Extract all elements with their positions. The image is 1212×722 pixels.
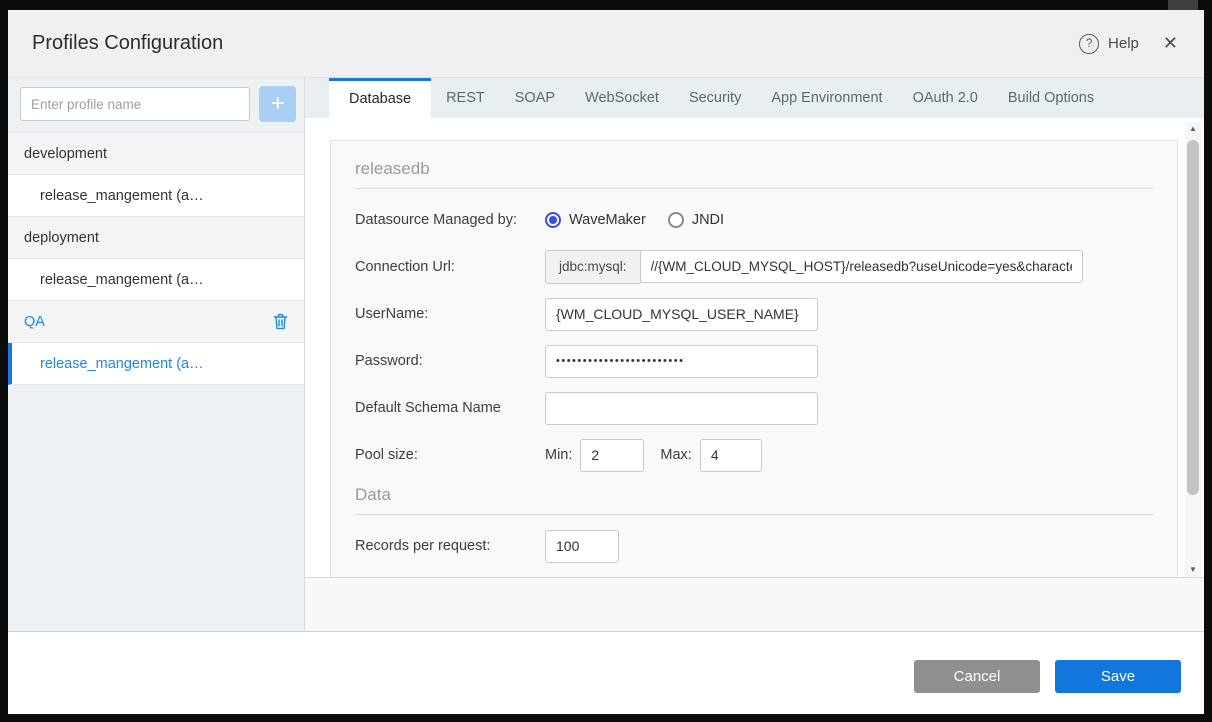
password-row: Password: xyxy=(355,344,1153,378)
help-icon[interactable]: ? xyxy=(1079,33,1100,54)
connection-url-label: Connection Url: xyxy=(355,259,455,275)
data-section-title: Data xyxy=(355,485,391,504)
pool-min-label: Min: xyxy=(545,447,573,463)
pool-size-row: Pool size: Min: Max: xyxy=(355,438,1153,472)
pool-max-input[interactable] xyxy=(699,438,762,472)
schema-row: Default Schema Name xyxy=(355,391,1153,425)
username-label: UserName: xyxy=(355,306,429,322)
pool-max-label: Max: xyxy=(660,447,692,463)
tab-oauth[interactable]: OAuth 2.0 xyxy=(898,78,993,118)
panel-bottom-strip xyxy=(305,577,1204,631)
connection-url-input[interactable] xyxy=(639,250,1083,283)
save-button[interactable]: Save xyxy=(1055,660,1181,693)
dialog-footer: Cancel Save xyxy=(8,631,1204,714)
profile-item-label: release_mangement (a… xyxy=(40,271,204,288)
records-per-request-row: Records per request: xyxy=(355,529,1153,563)
profile-name-input[interactable] xyxy=(20,87,251,121)
tab-rest[interactable]: REST xyxy=(431,78,500,118)
profiles-configuration-dialog: Profiles Configuration ? Help ✕ + develo… xyxy=(8,10,1204,714)
profile-item-release-mangement-dev[interactable]: release_mangement (a… xyxy=(8,175,304,217)
datasource-row: Datasource Managed by: WaveMaker JNDI xyxy=(355,203,1153,237)
schema-label: Default Schema Name xyxy=(355,400,501,416)
password-input[interactable] xyxy=(545,344,818,378)
database-section-title: releasedb xyxy=(355,159,430,178)
delete-profile-button[interactable] xyxy=(273,313,288,330)
close-icon[interactable]: ✕ xyxy=(1163,33,1178,54)
section-divider xyxy=(355,188,1153,189)
profiles-sidebar: + development release_mangement (a… depl… xyxy=(8,78,305,631)
jndi-radio-label[interactable]: JNDI xyxy=(692,212,724,228)
records-per-request-label: Records per request: xyxy=(355,538,491,554)
dialog-body: + development release_mangement (a… depl… xyxy=(8,78,1204,631)
profile-item-release-mangement-deploy[interactable]: release_mangement (a… xyxy=(8,259,304,301)
datasource-radio-group: WaveMaker JNDI xyxy=(545,212,746,228)
profile-item-label: release_mangement (a… xyxy=(40,187,204,204)
wavemaker-radio-label[interactable]: WaveMaker xyxy=(569,212,646,228)
profile-group-deployment[interactable]: deployment xyxy=(8,217,304,259)
schema-input[interactable] xyxy=(545,391,818,425)
tab-build-options[interactable]: Build Options xyxy=(993,78,1109,118)
tab-app-environment[interactable]: App Environment xyxy=(756,78,897,118)
tab-websocket[interactable]: WebSocket xyxy=(570,78,674,118)
profile-group-label: development xyxy=(24,145,108,162)
wavemaker-radio[interactable] xyxy=(545,212,561,228)
connection-url-row: Connection Url: jdbc:mysql: xyxy=(355,250,1153,284)
tab-database[interactable]: Database xyxy=(329,78,432,118)
database-config-card: releasedb Datasource Managed by: WaveMak… xyxy=(330,140,1178,577)
tab-content-viewport: releasedb Datasource Managed by: WaveMak… xyxy=(305,118,1204,577)
profile-group-label: deployment xyxy=(24,229,99,246)
connection-url-group: jdbc:mysql: xyxy=(545,250,1083,284)
tab-security[interactable]: Security xyxy=(674,78,756,118)
dialog-header: Profiles Configuration ? Help ✕ xyxy=(8,10,1204,78)
profile-list: development release_mangement (a… deploy… xyxy=(8,132,304,385)
cancel-button[interactable]: Cancel xyxy=(914,660,1040,693)
profile-group-label: QA xyxy=(24,313,45,330)
jndi-radio[interactable] xyxy=(667,212,684,228)
profile-group-qa[interactable]: QA xyxy=(8,301,304,343)
profile-item-release-mangement-qa[interactable]: release_mangement (a… xyxy=(8,343,304,385)
dialog-title: Profiles Configuration xyxy=(32,32,224,54)
pool-size-label: Pool size: xyxy=(355,447,418,463)
username-row: UserName: xyxy=(355,297,1153,331)
tab-soap[interactable]: SOAP xyxy=(500,78,570,118)
scroll-up-icon[interactable]: ▲ xyxy=(1185,122,1201,136)
scrollbar-thumb[interactable] xyxy=(1187,140,1199,495)
pool-min-input[interactable] xyxy=(580,438,645,472)
scroll-down-icon[interactable]: ▼ xyxy=(1185,563,1201,577)
help-link[interactable]: Help xyxy=(1108,35,1139,52)
section-divider xyxy=(355,514,1153,515)
jdbc-prefix-addon: jdbc:mysql: xyxy=(545,250,640,284)
profile-group-development[interactable]: development xyxy=(8,133,304,175)
password-label: Password: xyxy=(355,353,423,369)
datasource-label: Datasource Managed by: xyxy=(355,212,518,228)
profile-item-label: release_mangement (a… xyxy=(40,355,204,372)
username-input[interactable] xyxy=(545,297,818,331)
content-scrollbar[interactable]: ▲ ▼ xyxy=(1185,122,1201,577)
trash-icon xyxy=(273,313,288,330)
profile-detail-panel: Database REST SOAP WebSocket Security Ap… xyxy=(305,78,1204,631)
profile-search-row: + xyxy=(8,78,304,132)
profile-tabs: Database REST SOAP WebSocket Security Ap… xyxy=(305,78,1204,118)
header-actions: ? Help ✕ xyxy=(1079,33,1178,54)
records-per-request-input[interactable] xyxy=(545,529,619,563)
add-profile-button[interactable]: + xyxy=(259,86,296,122)
